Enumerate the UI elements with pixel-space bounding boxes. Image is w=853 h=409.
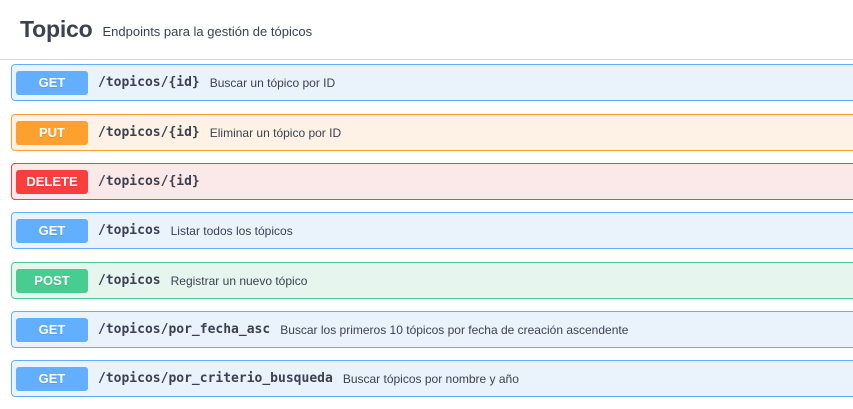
operation-get-topico-by-id[interactable]: GET /topicos/{id} Buscar un tópico por I… [11, 64, 853, 101]
operation-path: /topicos/{id} [98, 125, 200, 140]
tag-header[interactable]: Topico Endpoints para la gestión de tópi… [0, 0, 853, 60]
operation-summary: Registrar un nuevo tópico [170, 273, 308, 288]
tag-title: Topico [20, 16, 93, 42]
operation-summary: Eliminar un tópico por ID [209, 125, 342, 140]
operation-delete-topico-by-id[interactable]: DELETE /topicos/{id} [11, 163, 853, 200]
method-badge: PUT [16, 120, 88, 145]
operation-path: /topicos/por_fecha_asc [98, 322, 271, 337]
method-badge: GET [16, 218, 88, 243]
operation-path: /topicos [98, 223, 161, 238]
operation-path: /topicos/por_criterio_busqueda [98, 371, 333, 386]
operation-path: /topicos/{id} [98, 75, 200, 90]
operation-summary: Buscar tópicos por nombre y año [342, 371, 519, 386]
method-badge: GET [16, 366, 88, 391]
method-badge: POST [16, 268, 88, 293]
operation-get-topicos[interactable]: GET /topicos Listar todos los tópicos [11, 212, 853, 249]
operation-summary: Buscar los primeros 10 tópicos por fecha… [280, 322, 629, 337]
operation-summary: Listar todos los tópicos [170, 223, 293, 238]
operation-put-topico-by-id[interactable]: PUT /topicos/{id} Eliminar un tópico por… [11, 114, 853, 151]
swagger-tag-section: Topico Endpoints para la gestión de tópi… [0, 0, 853, 409]
operation-get-topicos-por-criterio-busqueda[interactable]: GET /topicos/por_criterio_busqueda Busca… [11, 360, 853, 397]
operation-path: /topicos [98, 273, 161, 288]
method-badge: DELETE [16, 169, 88, 194]
operation-post-topicos[interactable]: POST /topicos Registrar un nuevo tópico [11, 262, 853, 299]
operation-path: /topicos/{id} [98, 174, 200, 189]
operation-summary: Buscar un tópico por ID [209, 75, 336, 90]
method-badge: GET [16, 317, 88, 342]
method-badge: GET [16, 70, 88, 95]
tag-description: Endpoints para la gestión de tópicos [102, 23, 313, 39]
operation-get-topicos-por-fecha-asc[interactable]: GET /topicos/por_fecha_asc Buscar los pr… [11, 311, 853, 348]
